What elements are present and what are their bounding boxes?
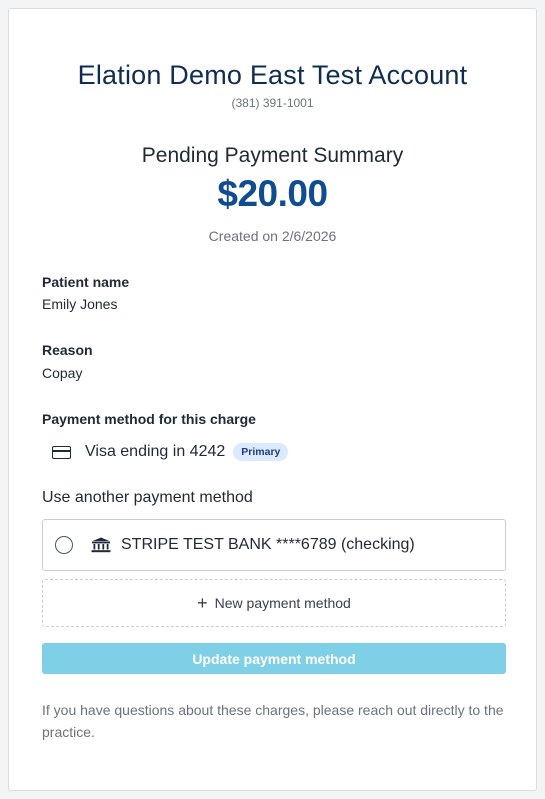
created-date: Created on 2/6/2026 (208, 228, 337, 244)
account-phone: (381) 391-1001 (231, 96, 314, 110)
payment-option-label: STRIPE TEST BANK ****6789 (checking) (121, 536, 415, 553)
payment-method-label: Payment method for this charge (42, 411, 256, 427)
current-payment-method: Visa ending in 4242 Primary (52, 441, 289, 463)
current-payment-method-label: Visa ending in 4242 (85, 443, 226, 460)
patient-name-value: Emily Jones (42, 296, 118, 312)
new-payment-method-button[interactable]: + New payment method (42, 579, 506, 627)
reason-value: Copay (42, 365, 83, 381)
payment-option-radio[interactable] (55, 536, 73, 554)
footer-note: If you have questions about these charge… (42, 702, 504, 740)
reason-label: Reason (42, 342, 93, 358)
account-name: Elation Demo East Test Account (77, 60, 468, 90)
bank-icon (91, 537, 111, 553)
primary-badge: Primary (233, 443, 289, 461)
update-payment-method-button[interactable]: Update payment method (42, 643, 506, 674)
credit-card-icon (52, 445, 71, 459)
payment-summary-card: Elation Demo East Test Account (381) 391… (8, 8, 537, 791)
other-methods-title: Use another payment method (42, 489, 253, 506)
summary-title: Pending Payment Summary (141, 144, 404, 167)
new-payment-method-label: New payment method (214, 595, 351, 611)
plus-icon: + (197, 593, 208, 613)
amount-due: $20.00 (217, 173, 328, 214)
payment-option-bank[interactable]: STRIPE TEST BANK ****6789 (checking) (42, 519, 506, 571)
patient-name-label: Patient name (42, 274, 130, 290)
